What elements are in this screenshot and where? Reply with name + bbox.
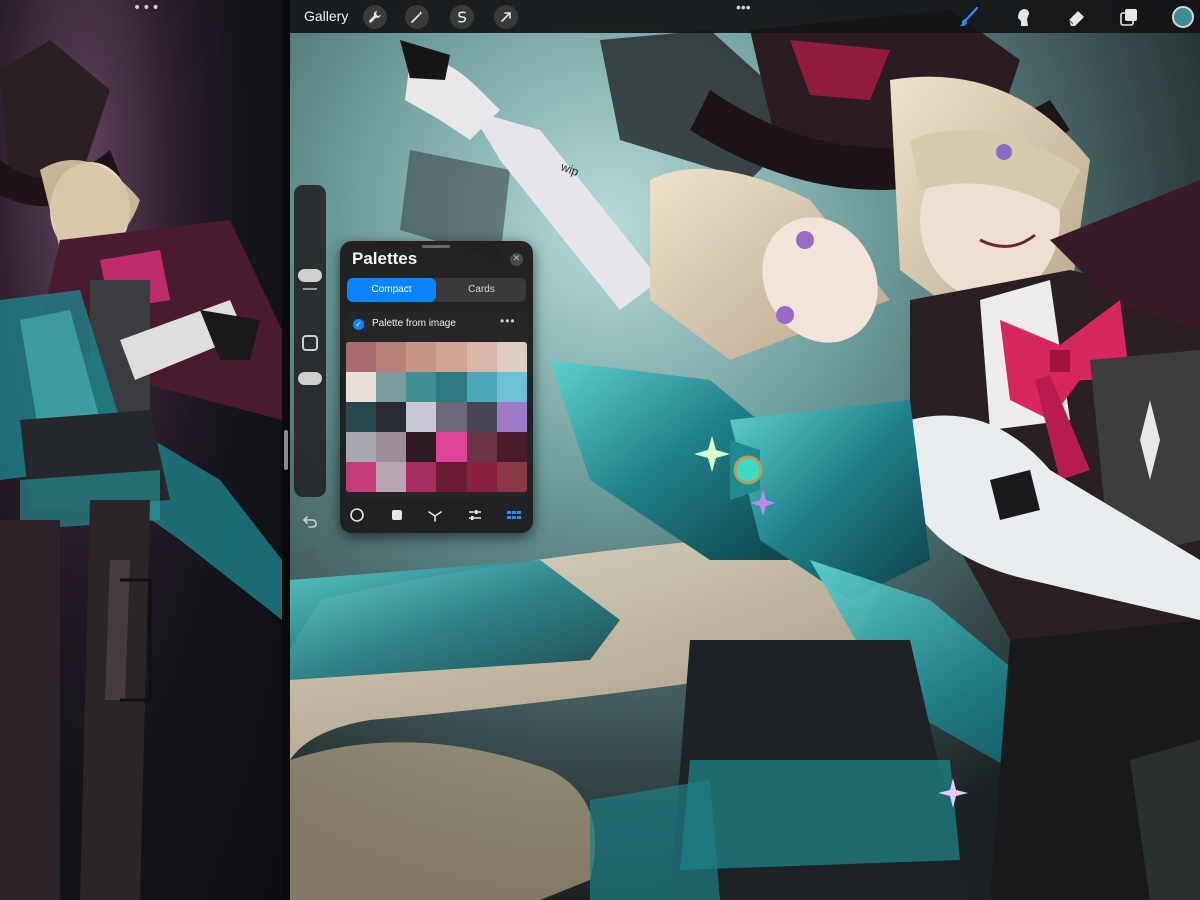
palettes-grid-icon[interactable] — [504, 505, 524, 525]
gallery-button[interactable]: Gallery — [304, 8, 348, 24]
split-view-handle[interactable] — [284, 430, 288, 470]
wrench-icon[interactable] — [363, 5, 387, 29]
selection-icon[interactable] — [450, 5, 474, 29]
brush-sidebar — [294, 185, 326, 497]
color-swatch-cell[interactable] — [376, 432, 407, 462]
color-swatch-cell[interactable] — [436, 372, 467, 402]
palette-name[interactable]: Palette from image — [372, 318, 456, 329]
color-swatch-cell[interactable] — [496, 402, 527, 432]
color-swatch-cell[interactable] — [376, 342, 407, 372]
magic-wand-icon[interactable] — [405, 5, 429, 29]
color-swatch-cell[interactable] — [406, 372, 437, 402]
redo-icon[interactable] — [300, 544, 320, 564]
value-sliders-icon[interactable] — [465, 505, 485, 525]
disc-icon[interactable] — [347, 505, 367, 525]
color-mode-tabs — [340, 503, 533, 527]
color-swatch-cell[interactable] — [466, 372, 497, 402]
popover-grabber[interactable] — [422, 245, 450, 248]
color-swatch-cell[interactable] — [406, 432, 437, 462]
transform-arrow-icon[interactable] — [494, 5, 518, 29]
reference-artwork — [0, 0, 282, 900]
brush-opacity-slider[interactable] — [298, 372, 322, 385]
color-swatch-cell[interactable] — [376, 402, 407, 432]
harmony-icon[interactable] — [425, 505, 445, 525]
color-swatch-cell[interactable] — [376, 462, 407, 492]
color-swatch-cell[interactable] — [496, 462, 527, 492]
color-swatch-cell[interactable] — [496, 342, 527, 372]
color-swatch-cell[interactable] — [436, 342, 467, 372]
layers-icon[interactable] — [1117, 5, 1141, 29]
color-swatch-cell[interactable] — [466, 432, 497, 462]
modify-button[interactable] — [302, 335, 318, 351]
square-icon[interactable] — [387, 505, 407, 525]
reference-pane-menu-dots[interactable]: ••• — [133, 1, 161, 15]
color-swatch-cell[interactable] — [376, 372, 407, 402]
color-swatch-cell[interactable] — [346, 372, 377, 402]
brush-icon[interactable] — [957, 5, 981, 29]
color-swatch-cell[interactable] — [346, 462, 377, 492]
smudge-icon[interactable] — [1011, 5, 1035, 29]
color-swatch-cell[interactable] — [346, 432, 377, 462]
color-swatch-cell[interactable] — [346, 342, 377, 372]
brush-size-slider[interactable] — [298, 269, 322, 282]
swatch-grid — [346, 342, 527, 492]
color-swatch-cell[interactable] — [466, 462, 497, 492]
undo-icon[interactable] — [300, 512, 320, 532]
more-options-icon[interactable]: ••• — [500, 314, 516, 328]
color-swatch-cell[interactable] — [466, 342, 497, 372]
palettes-popover: Palettes ✕ Compact Cards ✓ Palette from … — [340, 241, 533, 533]
eraser-icon[interactable] — [1064, 5, 1088, 29]
close-icon[interactable]: ✕ — [510, 253, 523, 266]
top-toolbar: Gallery ••• — [290, 0, 1200, 33]
palettes-title: Palettes — [352, 249, 418, 268]
color-swatch-cell[interactable] — [436, 402, 467, 432]
default-palette-check-icon[interactable]: ✓ — [353, 319, 364, 330]
color-swatch-cell[interactable] — [496, 432, 527, 462]
toolbar-menu-dots[interactable]: ••• — [736, 0, 751, 14]
color-swatch-cell[interactable] — [466, 402, 497, 432]
view-mode-segmented-control: Compact Cards — [347, 278, 526, 302]
brush-size-marker — [303, 288, 317, 290]
color-swatch-cell[interactable] — [406, 342, 437, 372]
color-swatch[interactable] — [1172, 6, 1194, 28]
tab-cards[interactable]: Cards — [437, 278, 526, 302]
reference-pane[interactable]: ••• — [0, 0, 282, 900]
color-swatch-cell[interactable] — [406, 402, 437, 432]
color-swatch-cell[interactable] — [406, 462, 437, 492]
color-swatch-cell[interactable] — [436, 462, 467, 492]
color-swatch-cell[interactable] — [496, 372, 527, 402]
tab-compact[interactable]: Compact — [347, 278, 436, 302]
color-swatch-cell[interactable] — [346, 402, 377, 432]
color-swatch-cell[interactable] — [436, 432, 467, 462]
palette-card: ✓ Palette from image ••• — [345, 311, 528, 497]
